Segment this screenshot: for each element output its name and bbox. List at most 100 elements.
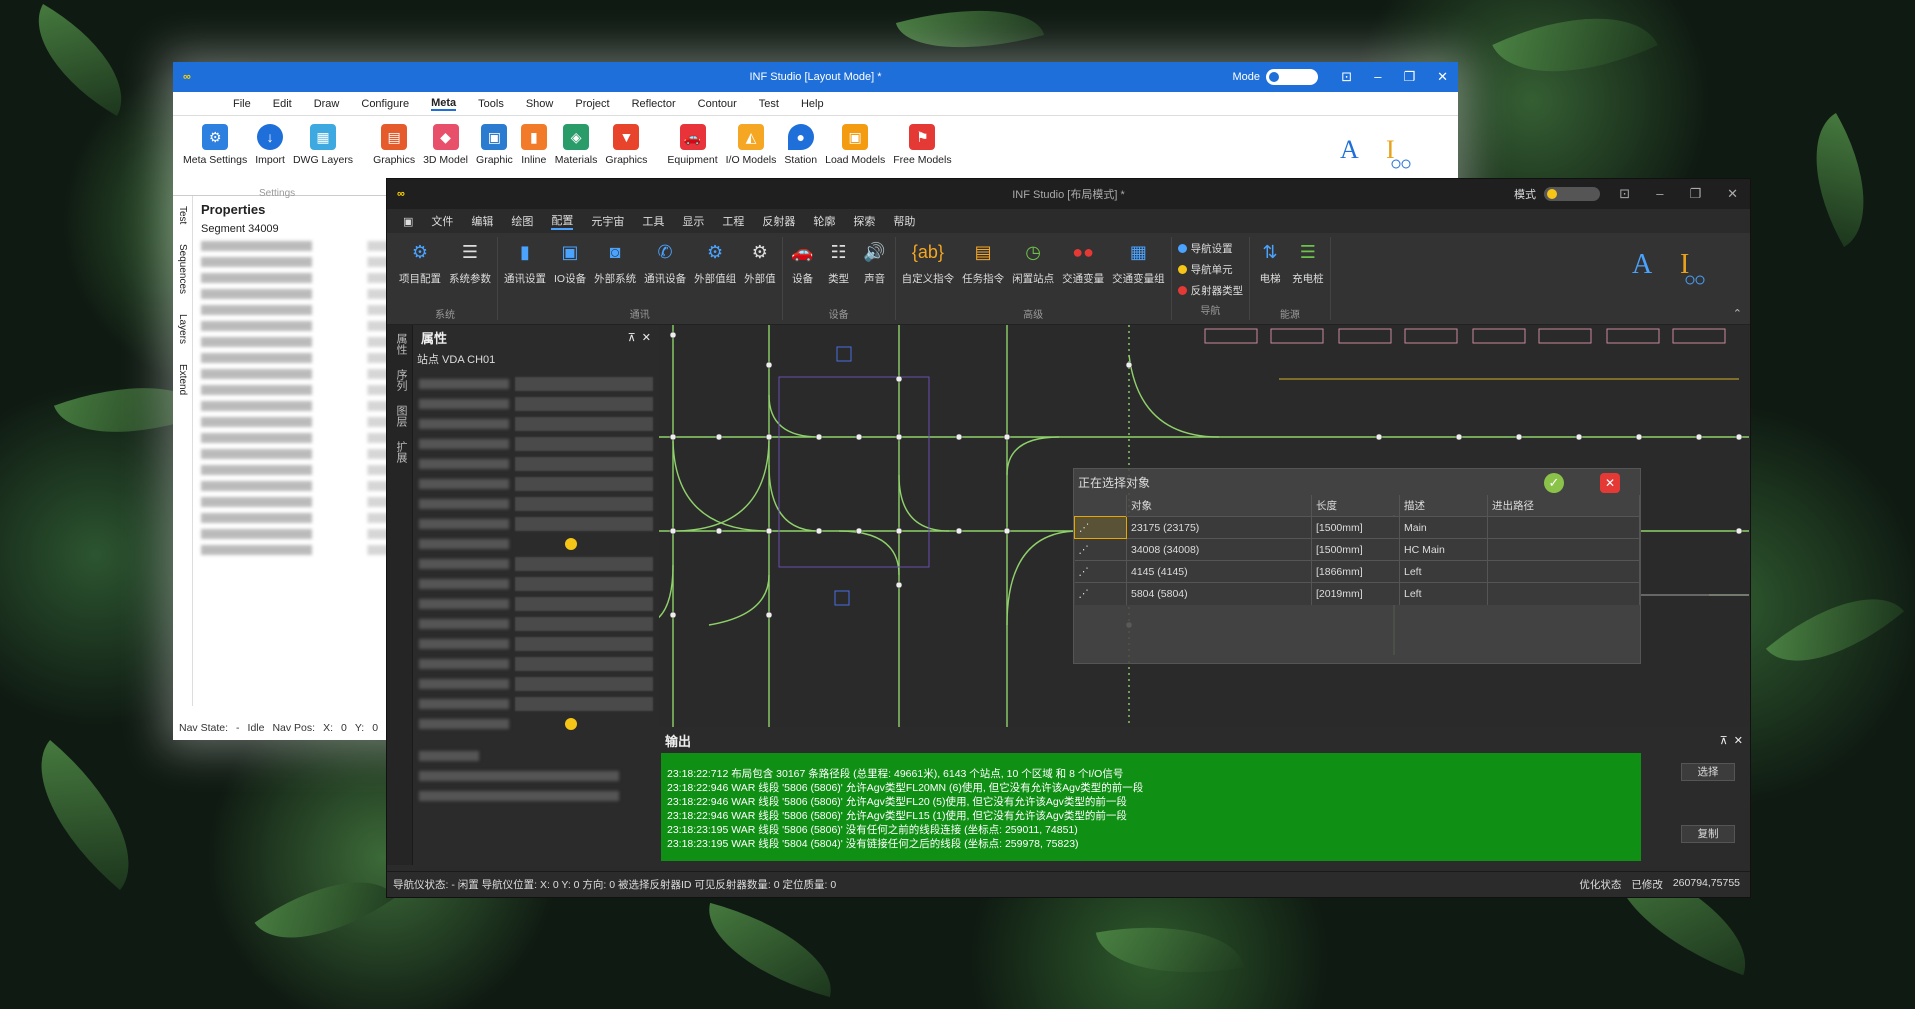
group-nav: 导航设置 导航单元 反射器类型 导航 bbox=[1172, 237, 1251, 320]
side-tab-test[interactable]: Test bbox=[177, 206, 188, 224]
menu-help[interactable]: Help bbox=[801, 98, 824, 110]
log-line: 23:18:22:946 WAR 线段 '5806 (5806)' 允许Agv类… bbox=[667, 810, 1127, 822]
table-row[interactable]: ⋰ 4145 (4145) [1866mm] Left bbox=[1074, 560, 1640, 583]
menu-reflector[interactable]: Reflector bbox=[632, 98, 676, 110]
opt-status: 优化状态 bbox=[1579, 879, 1622, 891]
light-statusbar: Nav State: - Idle Nav Pos: X: 0 Y: 0 bbox=[179, 722, 379, 734]
close-icon[interactable]: ✕ bbox=[1437, 69, 1448, 85]
import-button[interactable]: ↓ Import bbox=[255, 124, 285, 195]
charger-button[interactable]: ☰ 充电桩 bbox=[1292, 237, 1324, 306]
menu-config-cn[interactable]: 配置 bbox=[551, 212, 574, 230]
table-row[interactable]: ⋰ 5804 (5804) [2019mm] Left bbox=[1074, 582, 1640, 605]
menu-tools[interactable]: Tools bbox=[478, 98, 504, 110]
close-icon[interactable]: ✕ bbox=[1727, 186, 1738, 202]
project-config-button[interactable]: ⚙ 项目配置 bbox=[399, 237, 441, 306]
table-row[interactable]: ⋰ 23175 (23175) [1500mm] Main bbox=[1074, 516, 1640, 539]
dwg-layers-button[interactable]: ▦ DWG Layers bbox=[293, 124, 353, 195]
menu-project-cn[interactable]: 工程 bbox=[722, 213, 744, 229]
type-button[interactable]: ☷ 类型 bbox=[825, 237, 853, 306]
menu-configure[interactable]: Configure bbox=[361, 98, 409, 110]
minimize-icon[interactable]: – bbox=[1656, 186, 1663, 202]
menu-draw-cn[interactable]: 绘图 bbox=[511, 213, 533, 229]
close-panel-icon[interactable]: ✕ bbox=[1734, 735, 1743, 747]
menu-explore-cn[interactable]: 探索 bbox=[853, 213, 875, 229]
maximize-icon[interactable]: ❐ bbox=[1689, 186, 1701, 202]
select-button[interactable]: 选择 bbox=[1681, 763, 1735, 781]
group-device: 🚗 设备 ☷ 类型 🔊 声音 设备 bbox=[783, 237, 896, 321]
menu-draw[interactable]: Draw bbox=[314, 98, 340, 110]
group-advanced: {ab} 自定义指令 ▤ 任务指令 ◷ 闲置站点 ●● 交通变量 ▦ 交通变量组 高级 bbox=[896, 237, 1172, 321]
restore-icon[interactable]: ⊡ bbox=[1619, 186, 1630, 202]
external-value-group-button[interactable]: ⚙ 外部值组 bbox=[694, 237, 736, 306]
restore-icon[interactable]: ⊡ bbox=[1341, 69, 1352, 85]
menu-app-icon[interactable]: ▣ bbox=[403, 215, 413, 228]
vtab-properties[interactable]: 属性 bbox=[393, 333, 409, 355]
log-line: 23:18:23:195 WAR 线段 '5806 (5806)' 没有任何之前… bbox=[667, 824, 1078, 836]
row-preview: ⋰ bbox=[1074, 538, 1127, 561]
dark-statusbar: 导航仪状态: - 闲置 导航仪位置: X: 0 Y: 0 方向: 0 被选择反射… bbox=[387, 871, 1750, 897]
external-value-button[interactable]: ⚙ 外部值 bbox=[744, 237, 776, 306]
col-path: 进出路径 bbox=[1487, 495, 1640, 517]
meta-settings-button[interactable]: ⚙ Meta Settings bbox=[183, 124, 247, 195]
nav-settings-button[interactable]: 导航设置 bbox=[1177, 241, 1244, 256]
io-device-button[interactable]: ▣ IO设备 bbox=[554, 237, 586, 306]
collapse-ribbon-icon[interactable]: ⌃ bbox=[1733, 307, 1742, 320]
menu-contour-cn[interactable]: 轮廓 bbox=[813, 213, 835, 229]
mode-toggle[interactable] bbox=[1266, 69, 1318, 85]
cancel-icon[interactable]: ✕ bbox=[1600, 473, 1620, 493]
menu-metaverse-cn[interactable]: 元宇宙 bbox=[591, 213, 624, 229]
menu-file[interactable]: File bbox=[233, 98, 251, 110]
system-params-button[interactable]: ☰ 系统参数 bbox=[449, 237, 491, 306]
menu-test[interactable]: Test bbox=[759, 98, 779, 110]
menu-edit[interactable]: Edit bbox=[273, 98, 292, 110]
menu-show[interactable]: Show bbox=[526, 98, 554, 110]
device-button[interactable]: 🚗 设备 bbox=[789, 237, 817, 306]
task-command-button[interactable]: ▤ 任务指令 bbox=[962, 237, 1004, 306]
group-energy: ⇅ 电梯 ☰ 充电桩 能源 bbox=[1250, 237, 1331, 321]
menu-meta[interactable]: Meta bbox=[431, 97, 457, 111]
svg-text:A: A bbox=[1340, 135, 1359, 164]
confirm-icon[interactable]: ✓ bbox=[1544, 473, 1564, 493]
comm-settings-button[interactable]: ▮ 通讯设置 bbox=[504, 237, 546, 306]
external-system-button[interactable]: ◙ 外部系统 bbox=[594, 237, 636, 306]
maximize-icon[interactable]: ❐ bbox=[1403, 69, 1415, 85]
vtab-extend[interactable]: 扩展 bbox=[393, 441, 409, 463]
menu-help-cn[interactable]: 帮助 bbox=[893, 213, 915, 229]
side-tab-layers[interactable]: Layers bbox=[177, 314, 188, 344]
comm-device-button[interactable]: ✆ 通讯设备 bbox=[644, 237, 686, 306]
side-tab-sequences[interactable]: Sequences bbox=[177, 244, 188, 294]
side-tab-extend[interactable]: Extend bbox=[177, 364, 188, 395]
copy-button[interactable]: 复制 bbox=[1681, 825, 1735, 843]
menu-tools-cn[interactable]: 工具 bbox=[642, 213, 664, 229]
menu-project[interactable]: Project bbox=[575, 98, 609, 110]
minimize-icon[interactable]: – bbox=[1374, 69, 1381, 85]
nav-unit-button[interactable]: 导航单元 bbox=[1177, 262, 1244, 277]
menu-contour[interactable]: Contour bbox=[698, 98, 737, 110]
menu-reflector-cn[interactable]: 反射器 bbox=[762, 213, 795, 229]
custom-command-button[interactable]: {ab} 自定义指令 bbox=[902, 237, 955, 306]
pin-icon[interactable]: ⊼ bbox=[1720, 735, 1728, 747]
sound-button[interactable]: 🔊 声音 bbox=[861, 237, 889, 306]
station-label: 站点 VDA CH01 bbox=[417, 354, 496, 366]
menu-file-cn[interactable]: 文件 bbox=[431, 213, 453, 229]
brand-logo-light: AI bbox=[1340, 135, 1411, 169]
close-panel-icon[interactable]: ✕ bbox=[642, 332, 651, 344]
toggle-knob[interactable] bbox=[565, 538, 577, 550]
col-length: 长度 bbox=[1311, 495, 1400, 517]
dark-menubar: ▣ 文件 编辑 绘图 配置 元宇宙 工具 显示 工程 反射器 轮廓 探索 帮助 bbox=[387, 209, 1750, 233]
menu-edit-cn[interactable]: 编辑 bbox=[471, 213, 493, 229]
output-log[interactable]: 23:18:22:712 布局包含 30167 条路径段 (总里程: 49661… bbox=[661, 753, 1641, 861]
toggle-knob[interactable] bbox=[565, 718, 577, 730]
menu-show-cn[interactable]: 显示 bbox=[682, 213, 704, 229]
elevator-button[interactable]: ⇅ 电梯 bbox=[1256, 237, 1284, 306]
traffic-var-group-button[interactable]: ▦ 交通变量组 bbox=[1112, 237, 1165, 306]
vtab-layers[interactable]: 图层 bbox=[393, 405, 409, 427]
mode-toggle-dark[interactable] bbox=[1544, 187, 1600, 201]
reflector-type-button[interactable]: 反射器类型 bbox=[1177, 283, 1243, 298]
vtab-sequence[interactable]: 序列 bbox=[393, 369, 409, 391]
row-preview: ⋰ bbox=[1074, 516, 1127, 539]
traffic-var-button[interactable]: ●● 交通变量 bbox=[1062, 237, 1104, 306]
table-row[interactable]: ⋰ 34008 (34008) [1500mm] HC Main bbox=[1074, 538, 1640, 561]
idle-station-button[interactable]: ◷ 闲置站点 bbox=[1012, 237, 1054, 306]
pin-icon[interactable]: ⊼ bbox=[628, 332, 636, 344]
